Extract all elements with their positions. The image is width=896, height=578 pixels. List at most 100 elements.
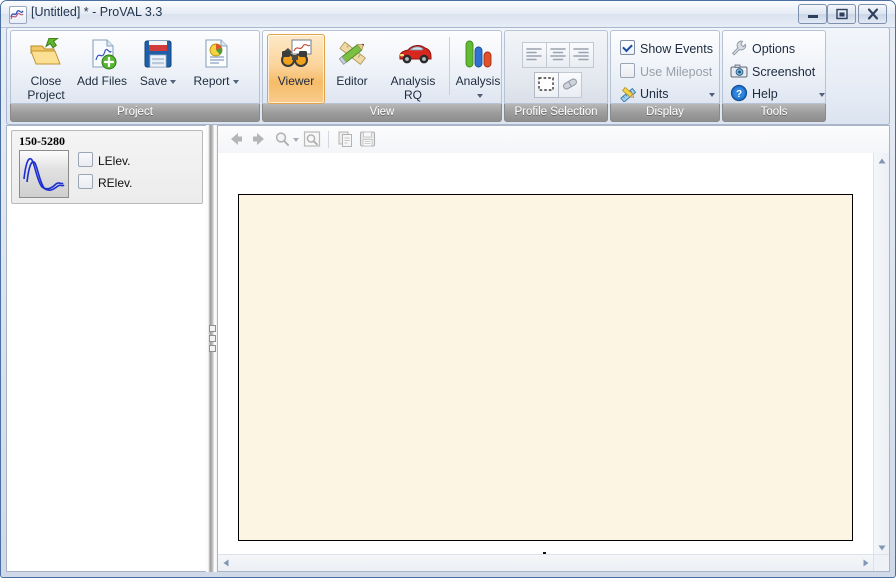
report-dropdown-caret[interactable] — [232, 79, 239, 84]
horizontal-scrollbar[interactable] — [218, 554, 874, 571]
scrollbar-corner — [873, 554, 889, 571]
panel-splitter[interactable] — [206, 125, 217, 572]
profile-curve-thumbnail[interactable] — [19, 150, 69, 198]
viewer-panel — [217, 125, 890, 572]
options-button[interactable]: Options — [730, 38, 795, 60]
screenshot-button[interactable]: Screenshot — [730, 61, 815, 83]
report-button[interactable]: Report — [187, 34, 245, 104]
channel-relev-row[interactable]: RElev. — [78, 174, 132, 191]
app-icon — [9, 6, 27, 24]
align-center-icon[interactable] — [546, 42, 571, 68]
toolbar-separator — [328, 131, 329, 148]
save-image-icon[interactable] — [358, 130, 378, 149]
relev-label: RElev. — [98, 176, 133, 190]
screenshot-label: Screenshot — [752, 65, 816, 79]
scroll-up-arrow[interactable] — [874, 153, 889, 168]
vertical-scrollbar[interactable] — [873, 153, 889, 555]
ribbon-group-view-body: Viewer Editor Analysis RQ Analysis — [262, 30, 502, 104]
ribbon-group-display-caption: Display — [610, 104, 720, 122]
ribbon-group-view-caption: View — [262, 104, 502, 122]
add-files-button[interactable]: Add Files — [73, 34, 131, 104]
save-dropdown-caret[interactable] — [170, 79, 177, 84]
ruler-pencil-icon — [618, 84, 637, 103]
ribbon-group-profile-selection-caption: Profile Selection — [504, 104, 608, 122]
wrench-icon — [730, 39, 748, 57]
analysis-label: Analysis — [454, 74, 502, 102]
use-milepost-check-icon[interactable] — [620, 63, 635, 78]
scroll-right-arrow[interactable] — [858, 555, 874, 571]
pencil-ruler-icon — [335, 38, 369, 72]
forward-arrow-icon[interactable] — [249, 130, 269, 149]
use-milepost-label: Use Milepost — [640, 65, 713, 79]
units-menu-button[interactable]: Units — [618, 83, 715, 105]
viewer-toolbar — [218, 126, 889, 154]
zoom-icon[interactable] — [274, 130, 289, 149]
lelev-checkbox[interactable] — [78, 152, 93, 167]
close-project-label: Close Project — [27, 74, 65, 102]
scroll-down-arrow[interactable] — [874, 540, 889, 555]
maximize-button[interactable] — [827, 4, 856, 24]
help-question-icon: ? — [730, 84, 748, 102]
close-button[interactable] — [858, 4, 887, 24]
help-dropdown-caret[interactable] — [819, 92, 826, 97]
ribbon-group-profile-selection: Profile Selection — [504, 30, 608, 122]
align-right-icon[interactable] — [570, 42, 595, 68]
analysis-button[interactable]: Analysis — [453, 34, 503, 104]
profile-name-label: 150-5280 — [19, 134, 65, 148]
units-dropdown-caret[interactable] — [708, 92, 715, 97]
use-milepost-checkbox[interactable]: Use Milepost — [620, 61, 712, 83]
ribbon-group-display: Show Events Use Milepost Units Display — [610, 30, 720, 122]
relev-checkbox[interactable] — [78, 174, 93, 189]
align-left-icon[interactable] — [522, 42, 547, 68]
main-body: 150-5280 LElev. RElev. — [6, 125, 890, 572]
ribbon-group-tools: Options Screenshot ? Help Tools — [722, 30, 826, 122]
eraser-icon[interactable] — [558, 72, 582, 98]
save-label: Save — [130, 74, 186, 88]
ribbon-group-project-body: Close Project Add Files Save Report — [10, 30, 260, 104]
ribbon-group-display-body: Show Events Use Milepost Units — [610, 30, 720, 104]
viewer-label: Viewer — [277, 74, 315, 88]
show-events-check-icon[interactable] — [620, 40, 635, 55]
title-bar: [Untitled] * - ProVAL 3.3 — [1, 1, 895, 28]
marquee-select-icon[interactable] — [534, 72, 559, 98]
show-events-checkbox[interactable]: Show Events — [620, 38, 713, 60]
close-project-button[interactable]: Close Project — [17, 34, 75, 104]
zoom-region-icon[interactable] — [302, 130, 322, 149]
viewer-button[interactable]: Viewer — [267, 34, 325, 104]
ribbon-group-view: Viewer Editor Analysis RQ Analysis View — [262, 30, 502, 122]
viewer-canvas-area[interactable] — [218, 153, 874, 555]
lelev-label: LElev. — [98, 154, 131, 168]
open-folder-icon — [29, 37, 63, 72]
bar-chart-icon — [461, 38, 495, 72]
add-files-label: Add Files — [76, 74, 128, 88]
analysis-rq-label: Analysis RQ — [390, 74, 436, 102]
zoom-dropdown-caret[interactable] — [293, 138, 299, 142]
add-document-icon — [85, 38, 119, 72]
help-menu-button[interactable]: ? Help — [730, 83, 826, 105]
channel-lelev-row[interactable]: LElev. — [78, 152, 130, 169]
options-label: Options — [752, 42, 796, 56]
ribbon-toolbar: Close Project Add Files Save Report Proj… — [6, 27, 890, 125]
analysis-rq-button[interactable]: Analysis RQ — [379, 34, 447, 104]
chart-canvas[interactable] — [238, 194, 853, 541]
minimize-button[interactable] — [798, 4, 827, 24]
floppy-disk-icon — [141, 38, 175, 72]
red-car-icon — [396, 38, 432, 72]
save-button[interactable]: Save — [129, 34, 187, 104]
help-label: Help — [752, 87, 778, 101]
window-title: [Untitled] * - ProVAL 3.3 — [31, 5, 163, 19]
editor-label: Editor — [336, 74, 368, 88]
scroll-left-arrow[interactable] — [218, 555, 234, 571]
analysis-dropdown-caret[interactable] — [476, 93, 483, 98]
profile-card[interactable]: 150-5280 LElev. RElev. — [11, 130, 203, 204]
editor-button[interactable]: Editor — [323, 34, 381, 104]
profile-list-panel: 150-5280 LElev. RElev. — [6, 125, 208, 572]
ribbon-group-project-caption: Project — [10, 104, 260, 122]
copy-icon[interactable] — [336, 130, 356, 149]
binoculars-icon — [279, 38, 313, 72]
back-arrow-icon[interactable] — [226, 130, 246, 149]
view-group-separator — [449, 37, 450, 95]
ribbon-group-profile-selection-body — [504, 30, 608, 104]
camera-icon — [730, 62, 748, 80]
report-chart-icon — [199, 38, 233, 72]
